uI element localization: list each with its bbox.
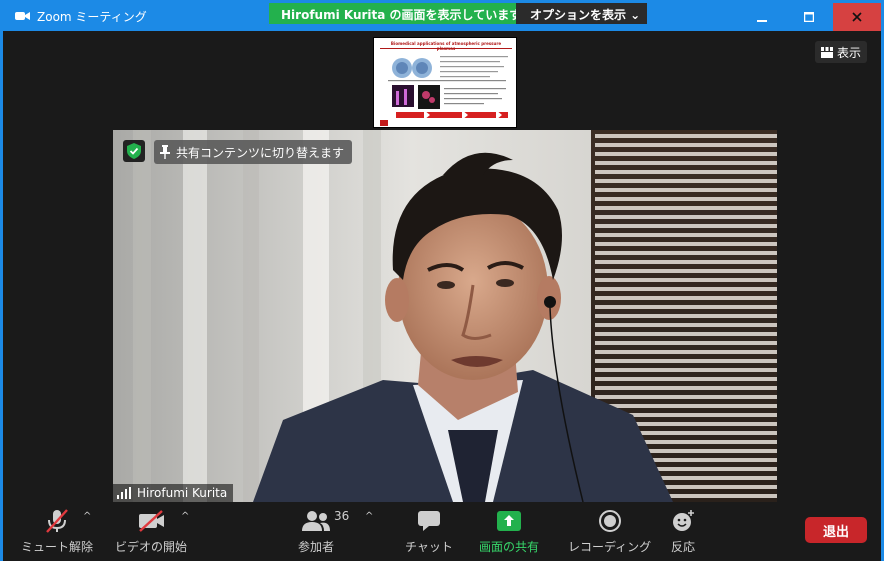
blind-slat <box>595 332 777 336</box>
minimize-button[interactable] <box>739 3 785 31</box>
meeting-toolbar: ミュート解除 ^ ビデオの開始 ^ 参加者 36 ^ チャット 画面の共有 レコ… <box>3 503 881 561</box>
blind-slat <box>595 161 777 165</box>
screen-share-banner: Hirofumi Kurita の画面を表示しています オプションを表示 ⌄ <box>269 3 647 24</box>
window-title: Zoom ミーティング <box>37 10 147 24</box>
share-screen-icon <box>497 511 521 531</box>
blind-slat <box>595 251 777 255</box>
video-camera-off-icon <box>139 510 164 532</box>
security-badge[interactable] <box>123 140 145 162</box>
maximize-button[interactable] <box>786 3 832 31</box>
blind-slat <box>595 134 777 138</box>
chat-bubble-icon <box>417 511 440 531</box>
blind-slat <box>595 341 777 345</box>
participant-video-frame <box>113 130 777 502</box>
unmute-label: ミュート解除 <box>21 540 94 554</box>
shared-content-thumbnail[interactable]: Biomedical applications of atmospheric p… <box>373 37 517 128</box>
gallery-view-icon <box>821 46 833 58</box>
share-screen-button[interactable]: 画面の共有 <box>479 507 539 555</box>
participants-count: 36 <box>334 509 350 523</box>
zoom-logo-icon <box>15 12 30 20</box>
blind-slat <box>595 197 777 201</box>
blind-slat <box>595 242 777 246</box>
main-video <box>113 130 777 502</box>
participants-button[interactable]: 参加者 <box>298 507 334 555</box>
maximize-icon <box>804 12 814 22</box>
blind-slat <box>595 287 777 291</box>
emoji-add-icon <box>673 510 694 531</box>
view-options-button[interactable]: オプションを表示 ⌄ <box>516 3 647 24</box>
blind-slat <box>595 368 777 372</box>
blind-slat <box>595 377 777 381</box>
reactions-button[interactable]: 反応 <box>671 507 695 555</box>
chat-button[interactable]: チャット <box>405 507 453 555</box>
participant-name-tag: Hirofumi Kurita <box>113 484 234 502</box>
close-icon <box>852 12 862 22</box>
blind-slat <box>595 269 777 273</box>
blind-slat <box>595 323 777 327</box>
blind-slat <box>595 359 777 363</box>
close-button[interactable] <box>833 3 881 31</box>
blind-slat <box>595 206 777 210</box>
blind-slat <box>595 152 777 156</box>
signal-strength-icon <box>117 487 131 499</box>
microphone-muted-icon <box>46 509 68 533</box>
chat-label: チャット <box>405 540 453 554</box>
blind-slat <box>595 233 777 237</box>
audio-options-caret-icon[interactable]: ^ <box>83 511 91 522</box>
minimize-icon <box>757 20 767 22</box>
leave-meeting-button[interactable]: 退出 <box>805 517 867 543</box>
view-button[interactable]: 表示 <box>815 41 868 63</box>
switch-to-shared-content-button[interactable]: 共有コンテンツに切り替えます <box>154 140 353 164</box>
share-screen-label: 画面の共有 <box>479 540 540 554</box>
blind-slat <box>595 314 777 318</box>
blind-slat <box>595 179 777 183</box>
pin-icon <box>160 145 170 159</box>
blind-slat <box>595 386 777 390</box>
record-label: レコーディング <box>568 540 652 554</box>
zoom-window: Zoom ミーティング Hirofumi Kurita の画面を表示しています … <box>0 0 884 561</box>
participants-icon <box>302 511 330 531</box>
blind-slat <box>595 215 777 219</box>
reactions-label: 反応 <box>671 540 696 554</box>
blind-slat <box>595 350 777 354</box>
record-icon <box>598 510 621 532</box>
shield-check-icon <box>127 143 141 159</box>
switch-label: 共有コンテンツに切り替えます <box>176 145 345 160</box>
share-status-message: Hirofumi Kurita の画面を表示しています <box>269 3 521 24</box>
video-options-caret-icon[interactable]: ^ <box>181 511 189 522</box>
blind-slat <box>595 404 777 408</box>
blind-slat <box>595 260 777 264</box>
participants-options-caret-icon[interactable]: ^ <box>365 511 373 522</box>
blind-slat <box>595 143 777 147</box>
participants-label: 参加者 <box>298 540 335 554</box>
record-button[interactable]: レコーディング <box>568 507 651 555</box>
view-button-label: 表示 <box>837 45 862 60</box>
blind-slat <box>595 296 777 300</box>
blind-slat <box>595 224 777 228</box>
blind-slat <box>595 188 777 192</box>
blind-slat <box>595 395 777 399</box>
start-video-label: ビデオの開始 <box>115 540 188 554</box>
blind-slat <box>595 170 777 174</box>
slide-graphics <box>380 56 508 126</box>
start-video-button[interactable]: ビデオの開始 <box>115 507 187 555</box>
blind-slat <box>595 305 777 309</box>
participant-name: Hirofumi Kurita <box>137 486 228 500</box>
blind-slat <box>595 278 777 282</box>
